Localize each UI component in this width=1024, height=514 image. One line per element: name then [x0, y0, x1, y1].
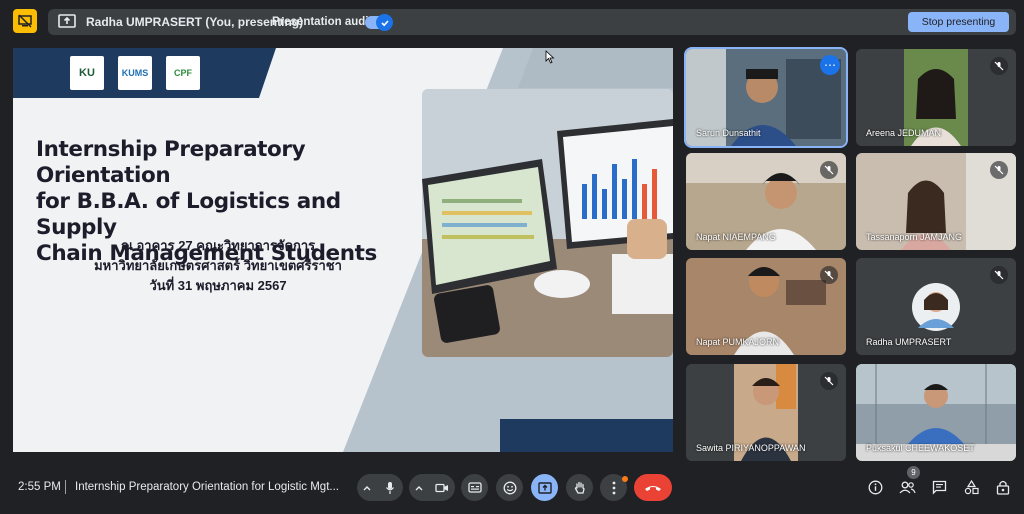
participant-name: Sawita PIRIYANOPPAWAN — [696, 443, 806, 453]
meeting-time: 2:55 PM — [18, 481, 61, 493]
mic-control-group — [357, 474, 403, 501]
participant-tile[interactable]: Napat PUMKAJORN — [686, 258, 846, 355]
meeting-title: Internship Preparatory Orientation for L… — [75, 481, 339, 493]
participant-tile[interactable]: Sawita PIRIYANOPPAWAN — [686, 364, 846, 461]
presenting-indicator-icon — [13, 9, 37, 33]
participant-name: Sarun Dunsathit — [696, 128, 761, 138]
participant-tile[interactable]: Puksakul CHEEWAKOSET — [856, 364, 1016, 461]
ku-logo: KU — [70, 56, 104, 90]
participant-tile[interactable]: Napat NIAEMPANG — [686, 153, 846, 250]
participant-tile[interactable]: Radha UMPRASERT — [856, 258, 1016, 355]
mic-off-icon — [990, 266, 1008, 284]
emoji-icon — [503, 481, 516, 494]
more-vert-icon — [612, 481, 615, 494]
participant-tile[interactable]: Areena JEDUMAN — [856, 49, 1016, 146]
mic-icon — [385, 481, 394, 494]
mouse-cursor-icon — [545, 50, 555, 64]
mic-options-chevron-icon[interactable] — [357, 474, 376, 501]
participant-name: Areena JEDUMAN — [866, 128, 942, 138]
participant-name: Radha UMPRASERT — [866, 337, 952, 347]
cpf-logo: CPF — [166, 56, 200, 90]
leave-call-button[interactable] — [634, 474, 672, 501]
bottom-control-bar: 2:55 PM Internship Preparatory Orientati… — [0, 468, 1024, 508]
mic-off-icon — [820, 266, 838, 284]
meeting-details-icon[interactable] — [866, 478, 884, 496]
slide-footer-band — [500, 419, 673, 452]
mic-off-icon — [820, 161, 838, 179]
people-icon[interactable] — [898, 478, 916, 496]
raise-hand-button[interactable] — [566, 474, 593, 501]
mic-off-icon — [820, 372, 838, 390]
host-controls-icon[interactable] — [994, 478, 1012, 496]
reactions-button[interactable] — [496, 474, 523, 501]
presentation-audio-label: Presentation audio — [272, 16, 376, 28]
chat-icon[interactable] — [930, 478, 948, 496]
stop-presenting-button[interactable]: Stop presenting — [908, 12, 1009, 32]
activities-icon[interactable] — [962, 478, 980, 496]
presenter-label: Radha UMPRASERT (You, presenting) — [86, 15, 304, 29]
mic-off-icon — [990, 161, 1008, 179]
mic-off-icon — [990, 57, 1008, 75]
presentation-audio-toggle[interactable] — [365, 14, 393, 31]
camera-button[interactable] — [428, 474, 455, 501]
captions-button[interactable] — [461, 474, 488, 501]
mic-button[interactable] — [376, 474, 403, 501]
captions-icon — [467, 482, 482, 493]
present-screen-icon — [537, 481, 552, 494]
slide-subtitle: ณ อาคาร 27 คณะวิทยาการจัดการ มหาวิทยาลัย… — [94, 238, 342, 293]
check-icon — [376, 14, 393, 31]
participant-name: Tassanaporn JAMJANG — [866, 232, 963, 242]
present-screen-icon — [58, 14, 76, 28]
top-bar: Radha UMPRASERT (You, presenting) Presen… — [0, 0, 1024, 44]
camera-options-chevron-icon[interactable] — [409, 474, 428, 501]
camera-icon — [434, 483, 448, 492]
participant-name: Puksakul CHEEWAKOSET — [866, 443, 975, 453]
divider — [65, 480, 66, 494]
participant-tile[interactable]: Tassanaporn JAMJANG — [856, 153, 1016, 250]
presented-slide: KU KUMS CPF Internship Preparatory Orien… — [13, 48, 673, 452]
participant-count-badge: 9 — [907, 466, 920, 479]
notification-dot — [622, 476, 628, 482]
hand-icon — [574, 481, 585, 494]
hang-up-icon — [645, 485, 661, 491]
participant-tile[interactable]: ⋯ Sarun Dunsathit — [686, 49, 846, 146]
participant-name: Napat PUMKAJORN — [696, 337, 780, 347]
participant-name: Napat NIAEMPANG — [696, 232, 776, 242]
slide-photo — [422, 89, 673, 357]
kums-logo: KUMS — [118, 56, 152, 90]
present-now-button[interactable] — [531, 474, 558, 501]
camera-control-group — [409, 474, 455, 501]
presentation-banner: Radha UMPRASERT (You, presenting) Presen… — [48, 9, 1016, 35]
more-options-icon[interactable]: ⋯ — [820, 55, 840, 75]
